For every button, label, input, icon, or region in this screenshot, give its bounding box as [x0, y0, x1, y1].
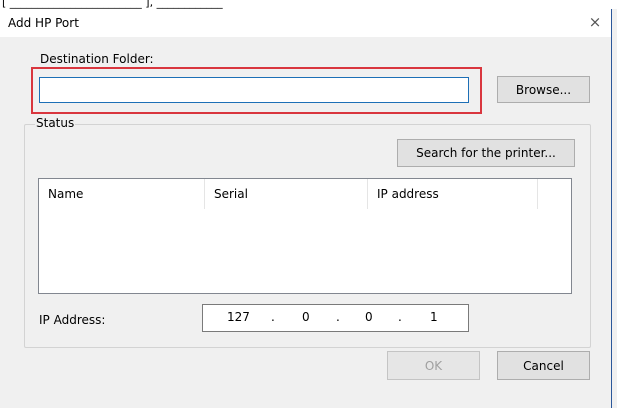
column-header-serial[interactable]: Serial [205, 179, 368, 209]
destination-folder-input[interactable] [39, 77, 469, 103]
column-header-ip-address[interactable]: IP address [368, 179, 538, 209]
ok-button[interactable]: OK [387, 351, 480, 380]
background-text: [ ________________________ ], __________… [2, 0, 223, 9]
destination-folder-label: Destination Folder: [39, 52, 155, 64]
ip-octet-1[interactable]: 127 [227, 310, 250, 324]
ip-octet-3[interactable]: 0 [365, 310, 373, 324]
status-group-label: Status [35, 116, 76, 130]
ip-address-label: IP Address: [39, 313, 106, 327]
background-strip: [ ________________________ ], __________… [0, 0, 617, 9]
title-bar: Add HP Port × [0, 9, 611, 37]
ip-separator: . [398, 310, 402, 324]
column-header-name[interactable]: Name [39, 179, 205, 209]
printer-list[interactable]: Name Serial IP address [38, 178, 572, 294]
ip-separator: . [271, 310, 275, 324]
search-printer-button[interactable]: Search for the printer... [397, 139, 575, 167]
ip-separator: . [336, 310, 340, 324]
cancel-button[interactable]: Cancel [497, 351, 590, 380]
ip-octet-2[interactable]: 0 [302, 310, 310, 324]
browse-button[interactable]: Browse... [497, 76, 590, 103]
dialog-title: Add HP Port [8, 16, 79, 30]
ip-octet-4[interactable]: 1 [430, 310, 438, 324]
ip-address-field[interactable]: 127 . 0 . 0 . 1 [202, 304, 469, 332]
close-icon[interactable]: × [585, 12, 605, 32]
